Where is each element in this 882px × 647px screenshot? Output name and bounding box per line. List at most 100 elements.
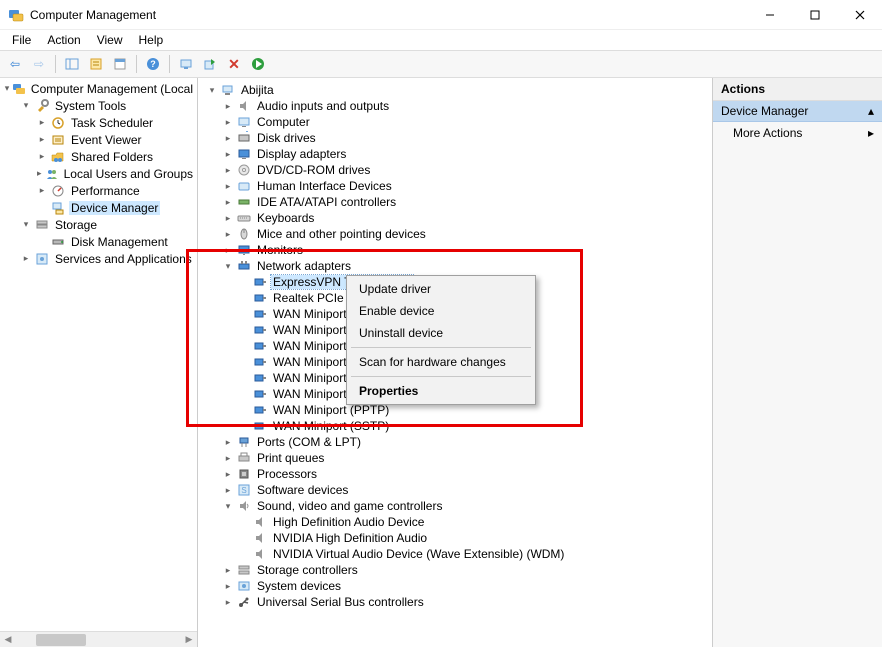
tree-performance[interactable]: ▸ Performance: [34, 182, 197, 199]
chevron-down-icon[interactable]: ▾: [222, 260, 234, 272]
netadapter-icon: [252, 370, 268, 386]
chevron-right-icon[interactable]: ▸: [36, 117, 48, 129]
cat-dvd[interactable]: ▸ DVD/CD-ROM drives: [220, 162, 712, 178]
chevron-right-icon[interactable]: ▸: [222, 212, 234, 224]
close-button[interactable]: [837, 0, 882, 30]
chevron-down-icon[interactable]: ▾: [4, 83, 10, 95]
cat-processors[interactable]: ▸ Processors: [220, 466, 712, 482]
minimize-button[interactable]: [747, 0, 792, 30]
tree-root-computer-management[interactable]: ▾ Computer Management (Local: [2, 80, 197, 97]
tree-device-manager[interactable]: Device Manager: [34, 199, 197, 216]
scan-hardware-button[interactable]: [175, 53, 197, 75]
help-button[interactable]: ?: [142, 53, 164, 75]
tree-task-scheduler[interactable]: ▸ Task Scheduler: [34, 114, 197, 131]
tree-local-users[interactable]: ▸ Local Users and Groups: [34, 165, 197, 182]
menu-help[interactable]: Help: [131, 32, 172, 48]
chevron-right-icon[interactable]: ▸: [222, 484, 234, 496]
device-root[interactable]: ▾ Abijita: [204, 82, 712, 98]
update-driver-button[interactable]: [199, 53, 221, 75]
context-properties[interactable]: Properties: [349, 380, 533, 402]
menu-file[interactable]: File: [4, 32, 39, 48]
tree-shared-folders[interactable]: ▸ Shared Folders: [34, 148, 197, 165]
chevron-down-icon[interactable]: ▾: [20, 219, 32, 231]
back-button[interactable]: ⇦: [4, 53, 26, 75]
context-enable-device[interactable]: Enable device: [349, 300, 533, 322]
chevron-right-icon[interactable]: ▸: [222, 116, 234, 128]
tree-services-applications[interactable]: ▸ Services and Applications: [18, 250, 197, 267]
forward-button[interactable]: ⇨: [28, 53, 50, 75]
chevron-right-icon[interactable]: ▸: [222, 180, 234, 192]
menu-view[interactable]: View: [89, 32, 131, 48]
cat-disk-drives[interactable]: ▸ Disk drives: [220, 130, 712, 146]
context-uninstall-device[interactable]: Uninstall device: [349, 322, 533, 344]
context-update-driver[interactable]: Update driver: [349, 278, 533, 300]
chevron-right-icon[interactable]: ▸: [222, 164, 234, 176]
chevron-right-icon[interactable]: ▸: [222, 436, 234, 448]
chevron-right-icon[interactable]: ▸: [222, 596, 234, 608]
chevron-down-icon[interactable]: ▾: [206, 84, 218, 96]
chevron-right-icon[interactable]: ▸: [222, 148, 234, 160]
chevron-right-icon[interactable]: ▸: [222, 100, 234, 112]
actions-section-device-manager[interactable]: Device Manager ▴: [713, 101, 882, 122]
netadapter-icon: [252, 290, 268, 306]
chevron-right-icon[interactable]: ▸: [36, 185, 48, 197]
cat-usb[interactable]: ▸ Universal Serial Bus controllers: [220, 594, 712, 610]
cat-network-adapters[interactable]: ▾ Network adapters: [220, 258, 712, 274]
scrollbar-thumb[interactable]: [36, 634, 86, 646]
chevron-down-icon[interactable]: ▾: [20, 100, 32, 112]
uninstall-button[interactable]: ✕: [223, 53, 245, 75]
cat-computer[interactable]: ▸ Computer: [220, 114, 712, 130]
cat-print-queues[interactable]: ▸ Print queues: [220, 450, 712, 466]
system-icon: [236, 578, 252, 594]
cat-storage-controllers[interactable]: ▸ Storage controllers: [220, 562, 712, 578]
chevron-down-icon[interactable]: ▾: [222, 500, 234, 512]
menu-action[interactable]: Action: [39, 32, 88, 48]
chevron-right-icon[interactable]: ▸: [20, 253, 32, 265]
enable-button[interactable]: [247, 53, 269, 75]
tree-storage[interactable]: ▾ Storage: [18, 216, 197, 233]
refresh-button[interactable]: [109, 53, 131, 75]
chevron-right-icon[interactable]: ▸: [36, 151, 48, 163]
left-pane-scrollbar[interactable]: ◀ ▶: [0, 631, 197, 647]
tree-event-viewer[interactable]: ▸ Event Viewer: [34, 131, 197, 148]
net-adapter-9[interactable]: WAN Miniport (SSTP): [236, 418, 712, 434]
cat-monitors[interactable]: ▸ Monitors: [220, 242, 712, 258]
chevron-right-icon[interactable]: ▸: [222, 564, 234, 576]
scope-pane[interactable]: ▾ Computer Management (Local ▾ System: [0, 78, 198, 647]
chevron-right-icon[interactable]: ▸: [36, 134, 48, 146]
app-icon: [8, 7, 24, 23]
netadapter-icon: [252, 306, 268, 322]
cat-system-devices[interactable]: ▸ System devices: [220, 578, 712, 594]
chevron-right-icon[interactable]: ▸: [222, 228, 234, 240]
tree-system-tools[interactable]: ▾ System Tools: [18, 97, 197, 114]
show-hide-tree-button[interactable]: [61, 53, 83, 75]
chevron-right-icon[interactable]: ▸: [222, 580, 234, 592]
display-icon: [236, 146, 252, 162]
sound-device-1[interactable]: NVIDIA High Definition Audio: [236, 530, 712, 546]
context-scan-hardware[interactable]: Scan for hardware changes: [349, 351, 533, 373]
cat-mice[interactable]: ▸ Mice and other pointing devices: [220, 226, 712, 242]
cat-hid[interactable]: ▸ Human Interface Devices: [220, 178, 712, 194]
cat-ide[interactable]: ▸ IDE ATA/ATAPI controllers: [220, 194, 712, 210]
chevron-right-icon[interactable]: ▸: [222, 452, 234, 464]
cat-display-adapters[interactable]: ▸ Display adapters: [220, 146, 712, 162]
chevron-right-icon[interactable]: ▸: [222, 468, 234, 480]
chevron-right-icon[interactable]: ▸: [36, 168, 43, 180]
mouse-icon: [236, 226, 252, 242]
chevron-right-icon[interactable]: ▸: [222, 244, 234, 256]
chevron-right-icon[interactable]: ▸: [222, 132, 234, 144]
actions-more-actions[interactable]: More Actions ▸: [713, 122, 882, 144]
cat-keyboards[interactable]: ▸ Keyboards: [220, 210, 712, 226]
sound-device-2[interactable]: NVIDIA Virtual Audio Device (Wave Extens…: [236, 546, 712, 562]
netadapter-icon: [252, 322, 268, 338]
maximize-button[interactable]: [792, 0, 837, 30]
cat-software-devices[interactable]: ▸ S Software devices: [220, 482, 712, 498]
properties-button[interactable]: [85, 53, 107, 75]
tree-disk-management[interactable]: Disk Management: [34, 233, 197, 250]
chevron-right-icon[interactable]: ▸: [222, 196, 234, 208]
cat-audio-io[interactable]: ▸ Audio inputs and outputs: [220, 98, 712, 114]
cat-ports[interactable]: ▸ Ports (COM & LPT): [220, 434, 712, 450]
cat-sound[interactable]: ▾ Sound, video and game controllers: [220, 498, 712, 514]
sound-device-0[interactable]: High Definition Audio Device: [236, 514, 712, 530]
software-icon: S: [236, 482, 252, 498]
